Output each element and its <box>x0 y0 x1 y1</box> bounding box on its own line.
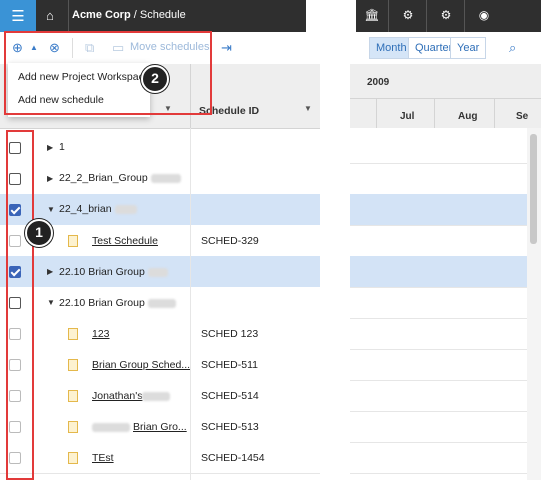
redacted-text <box>142 391 171 401</box>
divider <box>464 0 465 32</box>
gantt-row <box>350 380 541 412</box>
search-icon[interactable]: ⌕ <box>509 40 516 56</box>
table-row[interactable]: 123 SCHED 123 <box>0 318 320 350</box>
gantt-month: Se <box>516 111 529 122</box>
divider <box>388 0 389 32</box>
annotation-badge: 1 <box>25 219 53 247</box>
gantt-month: Aug <box>458 111 478 122</box>
page-name: / Schedule <box>133 9 186 21</box>
schedule-icon <box>68 235 78 247</box>
row-name[interactable]: 22.10 Brian Group <box>59 266 168 278</box>
gantt-month: Jul <box>400 111 415 122</box>
table-row[interactable]: Jonathan's SCHED-514 <box>0 380 320 412</box>
table-row[interactable]: Brian Group Sched... SCHED-511 <box>0 349 320 381</box>
admin-icon[interactable]: ⚙ <box>438 7 454 23</box>
schedule-link[interactable]: Brian Group Sched... <box>92 359 190 371</box>
schedule-icon <box>68 359 78 371</box>
schedule-link[interactable]: Brian Gro... <box>92 421 187 433</box>
table-row[interactable]: ▶ 22_2_Brian_Group <box>0 163 320 195</box>
gantt-row <box>350 442 541 474</box>
row-name-text: 22.10 Brian Group <box>59 297 145 309</box>
row-name[interactable]: 1 <box>59 141 65 153</box>
company-name: Acme Corp <box>72 9 131 21</box>
gantt-row <box>350 132 541 164</box>
user-icon[interactable]: ◉ <box>476 7 492 23</box>
gantt-row <box>350 349 541 381</box>
bank-icon[interactable]: 🏛 <box>364 7 380 23</box>
annotation-badge: 2 <box>141 65 169 93</box>
divider <box>376 99 377 128</box>
annotation-box <box>4 31 212 115</box>
breadcrumb: Acme Corp / Schedule <box>72 9 186 21</box>
scrollbar-thumb[interactable] <box>530 134 537 244</box>
gantt-row <box>350 194 541 226</box>
schedule-name-text: Brian Gro... <box>133 421 187 433</box>
schedule-id: SCHED-511 <box>201 359 258 371</box>
row-name-text: 22_2_Brian_Group <box>59 172 148 184</box>
table-row[interactable]: ▶ 1 <box>0 132 320 164</box>
collapse-icon[interactable]: ▼ <box>47 205 55 214</box>
filter-icon[interactable]: ▼ <box>304 104 312 113</box>
schedule-id: SCHED-1454 <box>201 452 265 464</box>
schedule-link[interactable]: Test Schedule <box>92 235 158 247</box>
redacted-text <box>147 267 168 277</box>
row-name[interactable]: 22_2_Brian_Group <box>59 172 181 184</box>
redacted-text <box>147 298 176 308</box>
expand-icon[interactable]: ▶ <box>47 143 53 152</box>
table-row-selected[interactable]: ▶ 22.10 Brian Group <box>0 256 320 288</box>
schedule-icon <box>68 452 78 464</box>
schedule-icon <box>68 421 78 433</box>
column-divider <box>190 128 191 480</box>
gantt-row <box>350 225 541 257</box>
gantt-header <box>350 64 541 128</box>
row-name-text: 22.10 Brian Group <box>59 266 145 278</box>
redacted-text <box>92 422 130 432</box>
expand-icon[interactable]: ▶ <box>47 174 53 183</box>
zoom-month-button[interactable]: Month <box>369 37 414 59</box>
settings-icon[interactable]: ⚙ <box>400 7 416 23</box>
divider <box>494 99 495 128</box>
gantt-row <box>350 256 541 288</box>
collapse-icon[interactable]: ▼ <box>47 298 55 307</box>
zoom-year-button[interactable]: Year <box>450 37 487 59</box>
torn-gap <box>320 32 350 480</box>
gantt-year: 2009 <box>367 77 390 88</box>
gantt-row <box>350 163 541 195</box>
schedule-id: SCHED-514 <box>201 390 259 402</box>
menu-icon[interactable]: ☰ <box>0 0 36 32</box>
gantt-row <box>350 411 541 443</box>
schedule-icon <box>68 328 78 340</box>
schedule-link[interactable]: 123 <box>92 328 110 340</box>
row-name-text: 22_4_brian <box>59 203 112 215</box>
table-row[interactable]: ▼ 22.10 Brian Group <box>0 287 320 319</box>
gantt-row <box>350 287 541 319</box>
export-icon[interactable]: ⇥ <box>221 40 232 56</box>
divider <box>68 0 69 32</box>
row-name[interactable]: 22.10 Brian Group <box>59 297 176 309</box>
divider <box>426 0 427 32</box>
schedule-id: SCHED-513 <box>201 421 259 433</box>
gantt-row <box>350 318 541 350</box>
header-actions: 🏛 ⚙ ⚙ ◉ <box>356 0 541 32</box>
redacted-text <box>114 204 137 214</box>
table-row[interactable]: Brian Gro... SCHED-513 <box>0 411 320 443</box>
schedule-id: SCHED 123 <box>201 328 259 340</box>
table-row-selected[interactable]: ▼ 22_4_brian <box>0 194 320 226</box>
divider <box>350 98 541 99</box>
schedule-id: SCHED-329 <box>201 235 259 247</box>
torn-gap <box>306 0 356 32</box>
annotation-box <box>6 130 34 480</box>
expand-icon[interactable]: ▶ <box>47 267 53 276</box>
home-icon[interactable]: ⌂ <box>46 8 54 23</box>
redacted-text <box>150 173 181 183</box>
schedule-icon <box>68 390 78 402</box>
schedule-link[interactable]: Jonathan's <box>92 390 171 402</box>
row-name[interactable]: 22_4_brian <box>59 203 137 215</box>
schedule-name-text: Jonathan's <box>92 390 143 402</box>
table-row[interactable]: TEst SCHED-1454 <box>0 442 320 474</box>
schedule-link[interactable]: TEst <box>92 452 114 464</box>
divider <box>434 99 435 128</box>
